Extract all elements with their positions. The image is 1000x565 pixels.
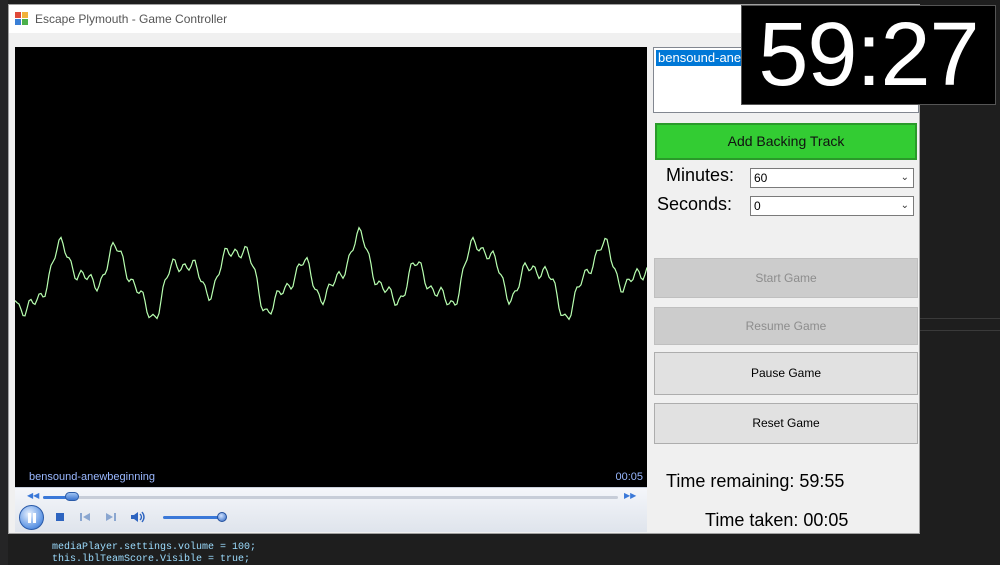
pause-icon — [33, 513, 36, 523]
pause-button[interactable] — [19, 505, 44, 530]
media-controls: ◀◀ ▶▶ — [15, 487, 647, 532]
resume-game-button[interactable]: Resume Game — [654, 307, 918, 345]
volume-slider[interactable] — [163, 516, 225, 519]
stop-icon[interactable] — [54, 511, 66, 523]
pause-game-button[interactable]: Pause Game — [654, 352, 918, 395]
minutes-dropdown[interactable]: 60 ⌄ — [750, 168, 914, 188]
editor-gutter — [0, 0, 8, 565]
pause-icon — [28, 513, 31, 523]
seconds-dropdown[interactable]: 0 ⌄ — [750, 196, 914, 216]
chevron-down-icon[interactable]: ⌄ — [901, 169, 909, 187]
code-line: mediaPlayer.settings.volume = 100; — [52, 542, 257, 553]
minutes-value: 60 — [754, 171, 768, 185]
editor-divider — [920, 330, 1000, 331]
fast-forward-icon[interactable]: ▶▶ — [624, 491, 636, 500]
seconds-value: 0 — [754, 199, 761, 213]
editor-divider — [920, 318, 1000, 319]
countdown-display: 59:27 — [741, 5, 996, 105]
previous-icon[interactable] — [79, 511, 91, 523]
now-playing-track: bensound-anewbeginning — [29, 471, 155, 483]
rewind-icon[interactable]: ◀◀ — [27, 491, 39, 500]
add-backing-track-button[interactable]: Add Backing Track — [655, 123, 917, 160]
playback-time: 00:05 — [615, 471, 643, 483]
chevron-down-icon[interactable]: ⌄ — [901, 197, 909, 215]
time-taken: Time taken: 00:05 — [705, 510, 849, 530]
time-remaining: Time remaining: 59:55 — [666, 471, 845, 491]
app-icon — [15, 12, 28, 25]
seconds-label: Seconds: — [657, 194, 733, 214]
waveform-line — [15, 226, 647, 321]
seek-thumb[interactable] — [64, 492, 79, 501]
reset-game-button[interactable]: Reset Game — [654, 403, 918, 444]
media-player-visualization[interactable]: bensound-anewbeginning 00:05 — [15, 47, 647, 487]
next-icon[interactable] — [105, 511, 117, 523]
minutes-label: Minutes: — [666, 165, 735, 185]
countdown-text: 59:27 — [758, 5, 979, 105]
code-line: this.lblTeamScore.Visible = true; — [52, 554, 251, 565]
seek-bar[interactable] — [43, 496, 618, 499]
start-game-button[interactable]: Start Game — [654, 258, 918, 298]
speaker-icon[interactable] — [130, 511, 146, 523]
volume-thumb[interactable] — [217, 512, 227, 522]
waveform-visualizer — [15, 226, 647, 321]
window-title: Escape Plymouth - Game Controller — [35, 12, 228, 26]
